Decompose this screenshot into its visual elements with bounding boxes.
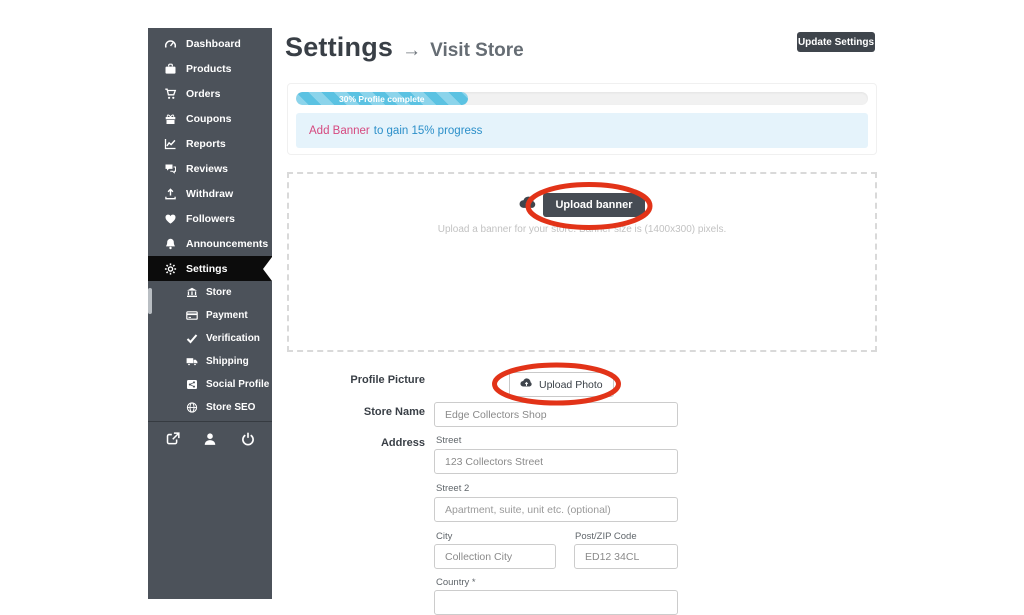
- sidebar-subitem-shipping[interactable]: Shipping: [148, 350, 272, 373]
- sidebar-item-label: Withdraw: [186, 188, 233, 200]
- power-icon[interactable]: [240, 431, 255, 446]
- sidebar-item-dashboard[interactable]: Dashboard: [148, 31, 272, 56]
- sidebar-item-withdraw[interactable]: Withdraw: [148, 181, 272, 206]
- cart-icon: [163, 87, 177, 100]
- zip-input[interactable]: [574, 544, 678, 569]
- street-label: Street: [436, 435, 461, 446]
- sidebar-item-products[interactable]: Products: [148, 56, 272, 81]
- country-input[interactable]: [434, 590, 678, 615]
- sidebar-subitem-store-seo[interactable]: Store SEO: [148, 396, 272, 419]
- sidebar-item-settings[interactable]: Settings: [148, 256, 272, 281]
- sidebar-subitem-label: Shipping: [206, 356, 249, 367]
- progress-bar-track: 30% Profile complete: [296, 92, 868, 105]
- gauge-icon: [163, 37, 177, 50]
- progress-label: 30% Profile complete: [339, 94, 425, 104]
- sidebar-item-reviews[interactable]: Reviews: [148, 156, 272, 181]
- sidebar-subitem-social-profile[interactable]: Social Profile: [148, 373, 272, 396]
- truck-icon: [185, 356, 198, 368]
- progress-alert: Add Banner to gain 15% progress: [296, 113, 868, 148]
- page-header: Settings → Visit Store: [285, 32, 524, 63]
- street2-label: Street 2: [436, 483, 469, 494]
- arrow-right-icon: →: [402, 40, 421, 62]
- country-label: Country *: [436, 577, 476, 588]
- sidebar-item-label: Products: [186, 63, 232, 75]
- alert-text: to gain 15% progress: [374, 125, 483, 137]
- sidebar-item-orders[interactable]: Orders: [148, 81, 272, 106]
- gear-icon: [163, 262, 177, 275]
- sidebar-item-label: Announcements: [186, 238, 268, 250]
- bell-icon: [163, 237, 177, 250]
- sidebar-subitem-label: Store: [206, 287, 232, 298]
- banner-upload-row: Upload banner: [519, 193, 644, 217]
- store-name-input[interactable]: [434, 402, 678, 427]
- store-name-label: Store Name: [285, 406, 425, 418]
- page-title: Settings: [285, 32, 393, 63]
- sidebar-item-label: Orders: [186, 88, 220, 100]
- update-settings-button[interactable]: Update Settings: [797, 32, 875, 52]
- sidebar-scrollbar-thumb[interactable]: [148, 288, 152, 314]
- briefcase-icon: [163, 62, 177, 75]
- share-icon: [185, 379, 198, 391]
- credit-card-icon: [185, 310, 198, 322]
- sidebar-subitem-label: Payment: [206, 310, 248, 321]
- sidebar-item-label: Dashboard: [186, 38, 241, 50]
- chart-line-icon: [163, 137, 177, 150]
- sidebar-item-label: Reports: [186, 138, 226, 150]
- upload-photo-label: Upload Photo: [539, 379, 603, 391]
- progress-bar-fill: 30% Profile complete: [296, 92, 468, 105]
- upload-banner-button[interactable]: Upload banner: [543, 193, 644, 217]
- sidebar-item-label: Coupons: [186, 113, 232, 125]
- sidebar-subitem-label: Store SEO: [206, 402, 255, 413]
- sidebar-subitem-payment[interactable]: Payment: [148, 304, 272, 327]
- sidebar-item-announcements[interactable]: Announcements: [148, 231, 272, 256]
- cloud-upload-icon: [520, 378, 533, 391]
- cloud-upload-icon: [519, 196, 537, 215]
- add-banner-link[interactable]: Add Banner: [309, 125, 370, 137]
- profile-picture-label: Profile Picture: [285, 374, 425, 386]
- sidebar-subitem-label: Social Profile: [206, 379, 269, 390]
- sidebar-item-label: Followers: [186, 213, 235, 225]
- comments-icon: [163, 162, 177, 175]
- page-canvas: Dashboard Products Orders Coupons: [0, 0, 1024, 599]
- sidebar-subitem-label: Verification: [206, 333, 260, 344]
- globe-icon: [185, 402, 198, 414]
- sidebar-item-reports[interactable]: Reports: [148, 131, 272, 156]
- sidebar-subitem-store[interactable]: Store: [148, 281, 272, 304]
- sidebar-item-followers[interactable]: Followers: [148, 206, 272, 231]
- profile-progress-card: 30% Profile complete Add Banner to gain …: [287, 83, 877, 155]
- sidebar-item-label: Settings: [186, 263, 227, 275]
- address-label: Address: [285, 437, 425, 449]
- sidebar-footer: [148, 422, 272, 446]
- street2-input[interactable]: [434, 497, 678, 522]
- upload-photo-button[interactable]: Upload Photo: [509, 372, 614, 397]
- sidebar-item-coupons[interactable]: Coupons: [148, 106, 272, 131]
- gift-icon: [163, 112, 177, 125]
- upload-icon: [163, 187, 177, 200]
- city-input[interactable]: [434, 544, 556, 569]
- sidebar: Dashboard Products Orders Coupons: [148, 28, 272, 599]
- zip-label: Post/ZIP Code: [575, 531, 637, 542]
- sidebar-item-label: Reviews: [186, 163, 228, 175]
- banner-upload-dropzone[interactable]: Upload banner Upload a banner for your s…: [287, 172, 877, 352]
- user-icon[interactable]: [203, 431, 218, 446]
- settings-submenu: Store Payment Verification: [148, 281, 272, 419]
- city-label: City: [436, 531, 452, 542]
- street-input[interactable]: [434, 449, 678, 474]
- sidebar-menu: Dashboard Products Orders Coupons: [148, 28, 272, 446]
- banner-help-text: Upload a banner for your store. Banner s…: [438, 224, 727, 235]
- bank-icon: [185, 287, 198, 299]
- heart-icon: [163, 212, 177, 225]
- external-link-icon[interactable]: [165, 431, 180, 446]
- sidebar-subitem-verification[interactable]: Verification: [148, 327, 272, 350]
- check-icon: [185, 333, 198, 345]
- visit-store-link[interactable]: Visit Store: [430, 40, 524, 62]
